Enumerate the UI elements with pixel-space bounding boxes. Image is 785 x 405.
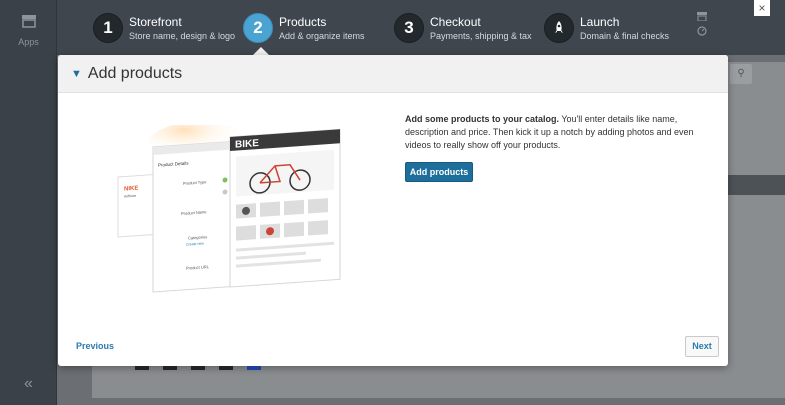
step-title: Storefront bbox=[129, 15, 182, 29]
step-subtitle: Payments, shipping & tax bbox=[430, 31, 532, 41]
active-step-pointer bbox=[253, 47, 269, 55]
background-thumbnails bbox=[135, 366, 261, 370]
brand-right: BIKE bbox=[235, 138, 259, 151]
gauge-icon bbox=[697, 26, 707, 36]
apps-button[interactable]: Apps bbox=[0, 14, 57, 50]
rocket-icon bbox=[544, 13, 574, 43]
step-title: Products bbox=[279, 15, 327, 29]
step-subtitle: Add & organize items bbox=[279, 31, 365, 41]
step-subtitle: Store name, design & logo bbox=[129, 31, 236, 41]
left-sidebar: Apps « bbox=[0, 0, 57, 405]
close-wizard-button[interactable]: × bbox=[754, 0, 770, 16]
apps-label: Apps bbox=[18, 37, 39, 47]
panel-header[interactable]: ▼ Add products bbox=[58, 55, 728, 93]
brand-left: NIKE bbox=[124, 186, 138, 193]
panel-title: Add products bbox=[87, 64, 183, 82]
add-products-button[interactable]: Add products bbox=[405, 162, 473, 182]
step-storefront[interactable]: 1 Storefront Store name, design & logo bbox=[93, 12, 235, 44]
step-title: Checkout bbox=[430, 15, 481, 29]
step-number: 1 bbox=[93, 13, 123, 43]
store-icon bbox=[697, 12, 707, 22]
add-products-panel: ▼ Add products NIKE Airflows Product Det… bbox=[58, 55, 728, 366]
search-icon: ⚲ bbox=[730, 64, 752, 84]
step-number: 2 bbox=[243, 13, 273, 43]
background-toolbar bbox=[728, 175, 785, 195]
collapse-sidebar-icon[interactable]: « bbox=[0, 375, 57, 393]
step-subtitle: Domain & final checks bbox=[580, 31, 670, 41]
step-launch[interactable]: Launch Domain & final checks bbox=[544, 12, 669, 44]
setup-wizard-bar: 1 Storefront Store name, design & logo 2… bbox=[57, 0, 785, 55]
chevron-down-icon: ▼ bbox=[71, 67, 82, 80]
step-title: Launch bbox=[580, 15, 620, 29]
step-checkout[interactable]: 3 Checkout Payments, shipping & tax bbox=[394, 12, 532, 44]
wizard-side-icons bbox=[695, 12, 709, 41]
step-products[interactable]: 2 Products Add & organize items bbox=[243, 12, 365, 44]
store-icon bbox=[21, 15, 36, 28]
product-catalog-illustration: NIKE Airflows Product Details Product Ty… bbox=[117, 125, 341, 293]
next-button[interactable]: Next bbox=[685, 336, 719, 357]
description-lead: Add some products to your catalog. bbox=[405, 114, 560, 124]
previous-link[interactable]: Previous bbox=[76, 341, 114, 351]
step-number: 3 bbox=[394, 13, 424, 43]
panel-description: Add some products to your catalog. You'l… bbox=[405, 113, 705, 152]
